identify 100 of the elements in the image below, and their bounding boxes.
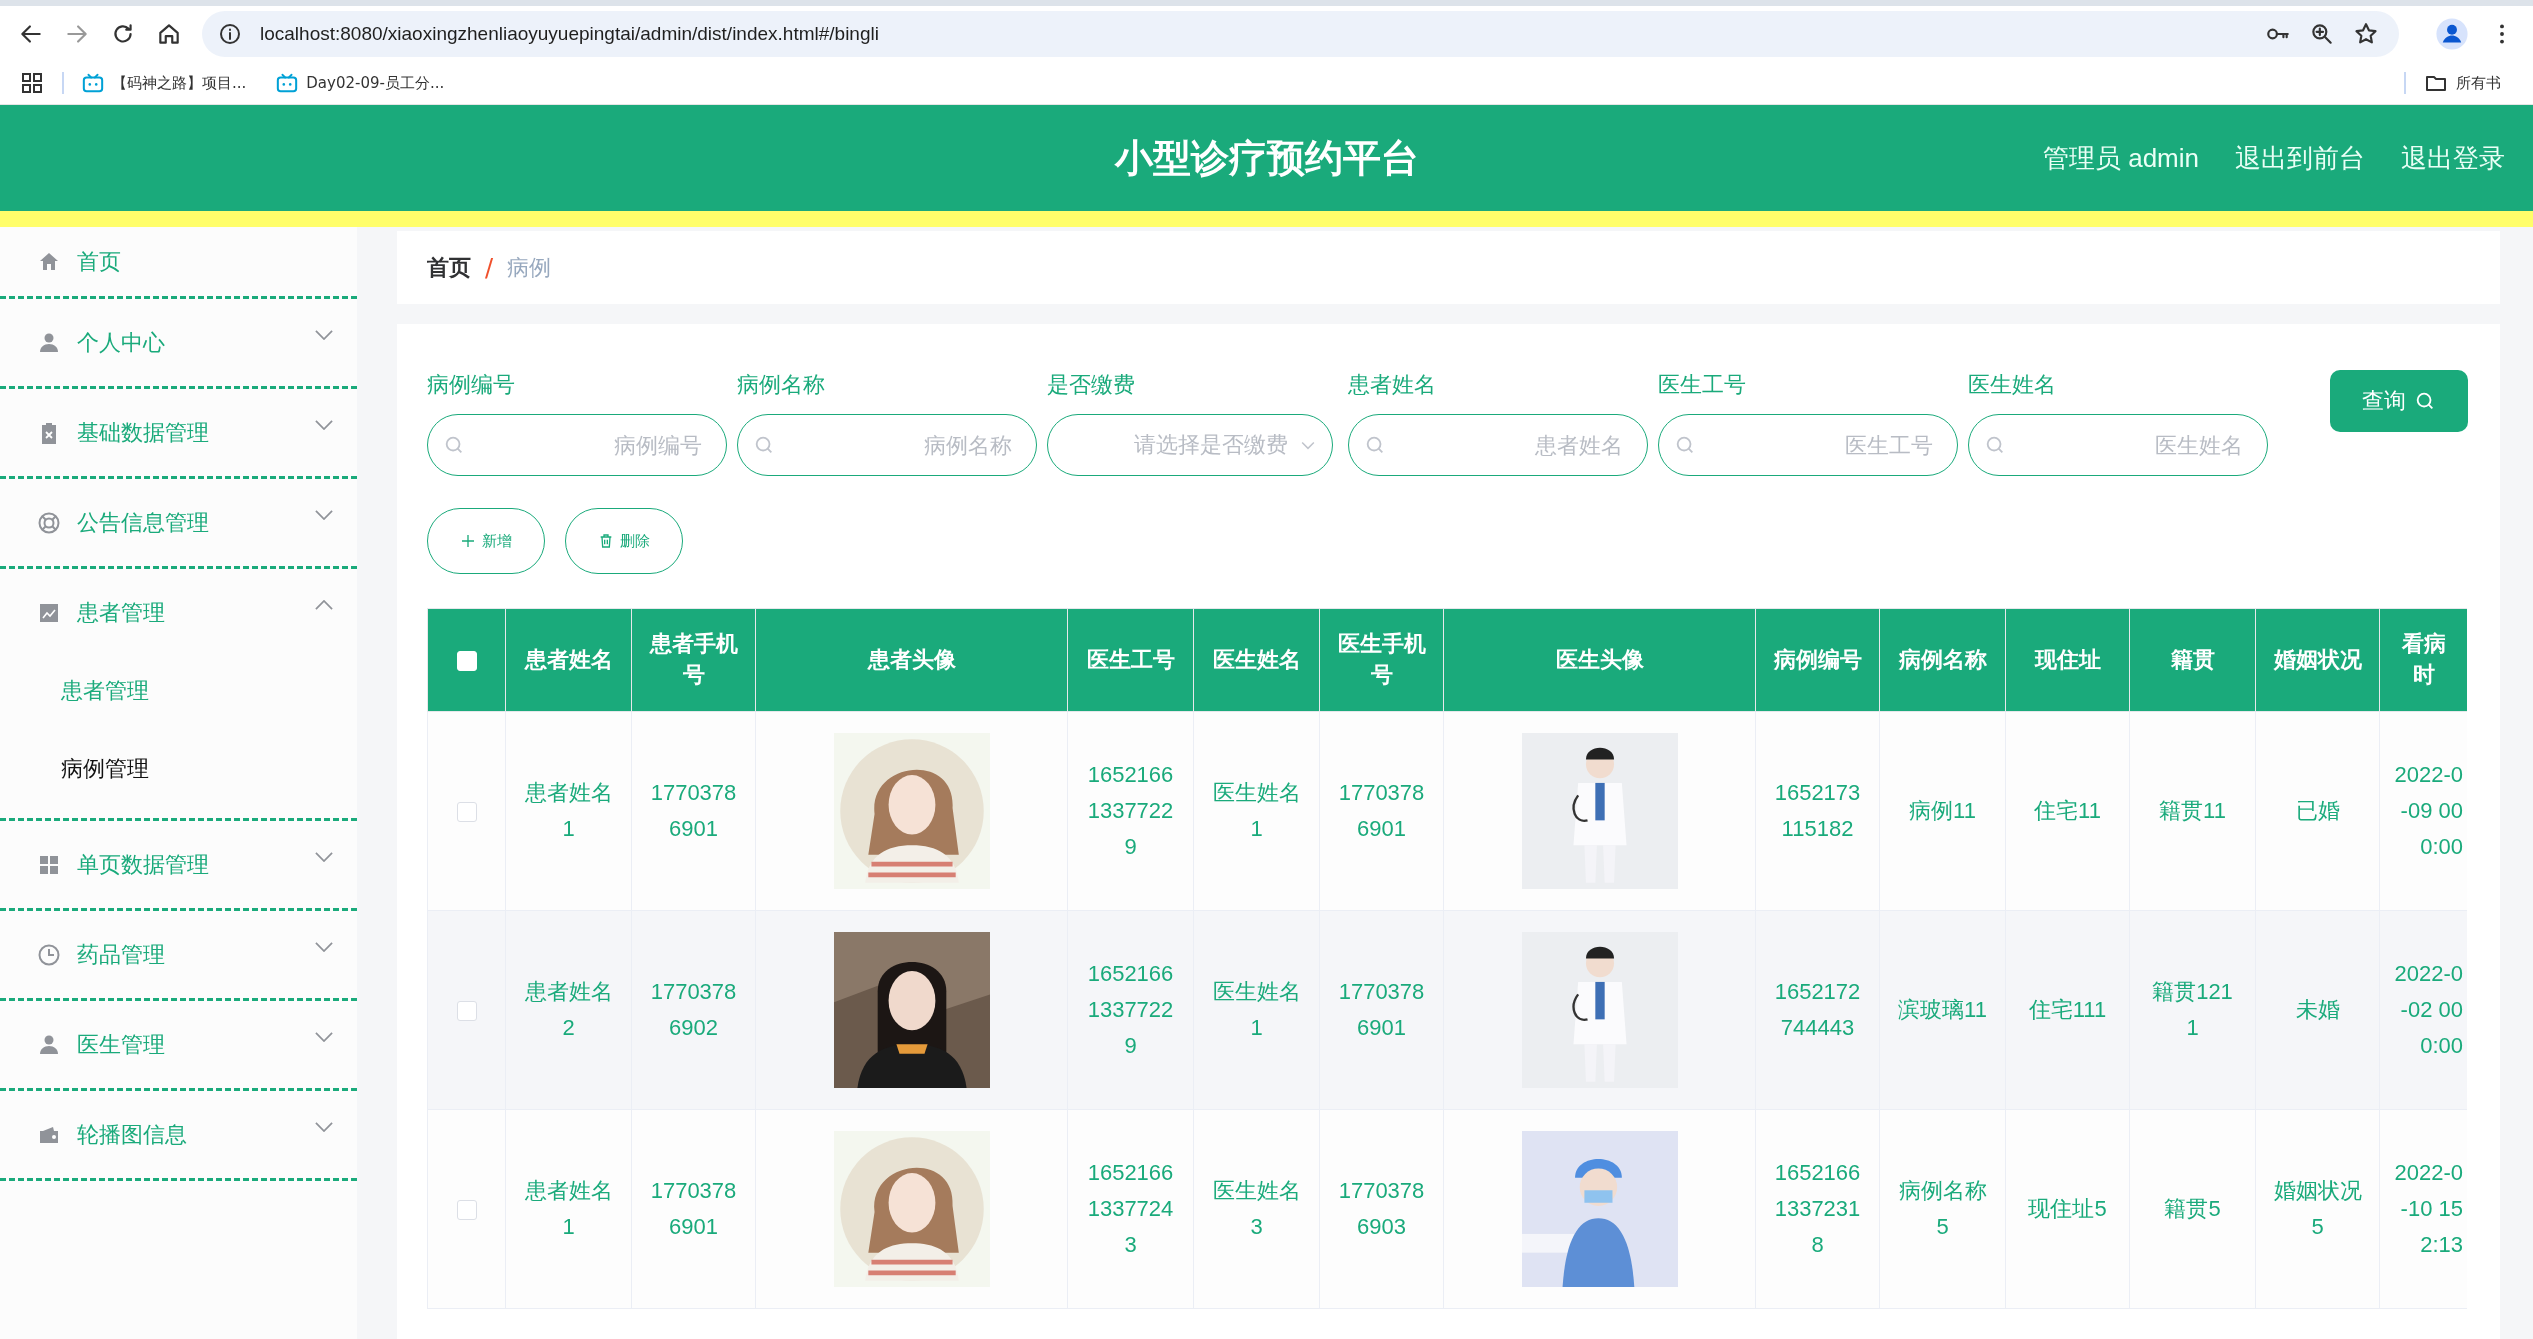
add-button[interactable]: 新增 [427,508,545,574]
table-cell: 165216613377243 [1087,1160,1174,1257]
column-header: 医生工号 [1086,646,1175,672]
url-text: localhost:8080/xiaoxingzhenliaoyuyuepingtai/admin/dist/index.html#/bingli [260,23,879,45]
bookmark-folder[interactable]: 所有书 [2424,71,2501,95]
search-icon [1984,434,2006,456]
field-label: 病例编号 [427,371,516,399]
search-icon [2414,390,2436,412]
breadcrumb-item[interactable]: 首页 [427,252,471,283]
column-header: 病例编号 [1773,646,1862,672]
table-cell: 医生姓名1 [1212,979,1301,1040]
lifebuoy-icon [37,510,61,535]
search-icon [1674,434,1696,456]
table-cell: 患者姓名2 [524,979,613,1040]
clock-icon [37,942,61,967]
menu-item[interactable]: 首页 [0,227,357,296]
table-cell: 17703786902 [650,979,737,1040]
search-icon [753,434,775,456]
submenu-item[interactable]: 病例管理 [0,734,357,812]
menu-item[interactable]: 医生管理 [0,1001,357,1088]
search-field[interactable]: 医生工号 [1658,414,1958,476]
search-field[interactable]: 医生姓名 [1968,414,2268,476]
breadcrumb-separator: / [485,253,494,282]
field-label: 患者姓名 [1348,371,1437,399]
plus-icon [460,533,476,549]
breadcrumb-item: 病例 [507,253,552,282]
zoom-icon[interactable] [2309,21,2335,47]
table-cell: 病例11 [1909,798,1976,823]
menu-item[interactable]: 基础数据管理 [0,389,357,476]
column-header: 籍贯 [2170,646,2215,672]
submenu-item[interactable]: 患者管理 [0,656,357,734]
column-header: 医生姓名 [1212,646,1301,672]
column-header: 现住址 [2034,646,2101,672]
apps-icon[interactable] [20,71,44,95]
table-cell: 17703786901 [1338,979,1425,1040]
search-field[interactable]: 患者姓名 [1348,414,1648,476]
row-checkbox[interactable] [456,1200,477,1221]
query-button[interactable]: 查询 [2330,370,2468,432]
table-cell: 滨玻璃11 [1898,997,1987,1022]
field-label: 医生姓名 [1968,371,2057,399]
bookmark[interactable]: 【码神之路】项目... [82,72,247,94]
info-icon [218,22,242,46]
table-cell: 医生姓名1 [1212,780,1301,841]
column-header: 病例名称 [1898,646,1987,672]
table-cell: 2022-0 -02 00 0:00 [2394,961,2463,1058]
trash-icon [598,533,614,549]
table-cell: 病例名称5 [1898,1178,1987,1239]
bookmark[interactable]: Day02-09-员工分... [276,72,445,94]
column-header: 看病时 [2401,631,2446,687]
column-header: 患者手机号 [649,631,738,687]
table-cell: 住宅11 [2034,798,2101,823]
header-link[interactable]: 退出到前台 [2235,140,2365,176]
menu-item[interactable]: 公告信息管理 [0,479,357,566]
field-label: 病例名称 [737,371,826,399]
home-icon[interactable] [156,21,182,47]
table-cell: 2022-0 -09 00 0:00 [2394,762,2463,859]
header-link[interactable]: 管理员 admin [2042,140,2199,176]
select-field[interactable]: 请选择是否缴费 [1047,414,1333,476]
column-header: 患者姓名 [524,646,613,672]
menu-item[interactable]: 个人中心 [0,299,357,386]
table-cell: 籍贯11 [2159,798,2226,823]
table-cell: 165216613377229 [1087,961,1174,1058]
table-cell: 住宅111 [2028,997,2107,1022]
table-cell: 1652172744443 [1774,979,1861,1040]
menu-item[interactable]: 轮播图信息 [0,1091,357,1178]
table-cell: 未婚 [2295,997,2340,1022]
search-field[interactable]: 病例编号 [427,414,727,476]
table-cell: 已婚 [2295,798,2340,823]
table-cell: 17703786901 [650,1178,737,1239]
app-title: 小型诊疗预约平台 [1114,134,1419,182]
address-bar[interactable]: localhost:8080/xiaoxingzhenliaoyuyuepingtai/admin/dist/index.html#/bingli [202,11,2399,57]
tv-icon [276,72,299,94]
select-all-checkbox[interactable] [456,650,477,671]
profile-icon[interactable] [2435,17,2469,51]
menu-item[interactable]: 单页数据管理 [0,821,357,908]
table-cell: 医生姓名3 [1212,1178,1301,1239]
column-header: 医生头像 [1555,646,1644,672]
tv-icon [82,72,104,94]
table-cell: 现住址5 [2028,1196,2107,1221]
table-cell: 165216613377229 [1087,762,1174,859]
column-header: 婚姻状况 [2273,646,2362,672]
row-checkbox[interactable] [456,802,477,823]
menu-item[interactable]: 药品管理 [0,911,357,998]
search-icon [443,434,465,456]
table-cell: 婚姻状况5 [2273,1178,2362,1239]
delete-button[interactable]: 删除 [565,508,683,574]
table-cell: 籍贯1211 [2152,979,2233,1040]
table-cell: 籍贯5 [2164,1196,2221,1221]
row-checkbox[interactable] [456,1001,477,1022]
search-field[interactable]: 病例名称 [737,414,1037,476]
table-cell: 17703786903 [1338,1178,1425,1239]
column-header: 医生手机号 [1337,631,1426,687]
menu-item[interactable]: 患者管理 [0,569,357,656]
header-link[interactable]: 退出登录 [2401,140,2505,176]
table-cell: 1652173115182 [1774,780,1861,841]
table-cell: 2022-0 -10 15 2:13 [2394,1160,2463,1257]
table-cell: 17703786901 [650,780,737,841]
table-cell: 患者姓名1 [524,780,613,841]
table-cell: 165216613372318 [1774,1160,1861,1257]
table-cell: 患者姓名1 [524,1178,613,1239]
